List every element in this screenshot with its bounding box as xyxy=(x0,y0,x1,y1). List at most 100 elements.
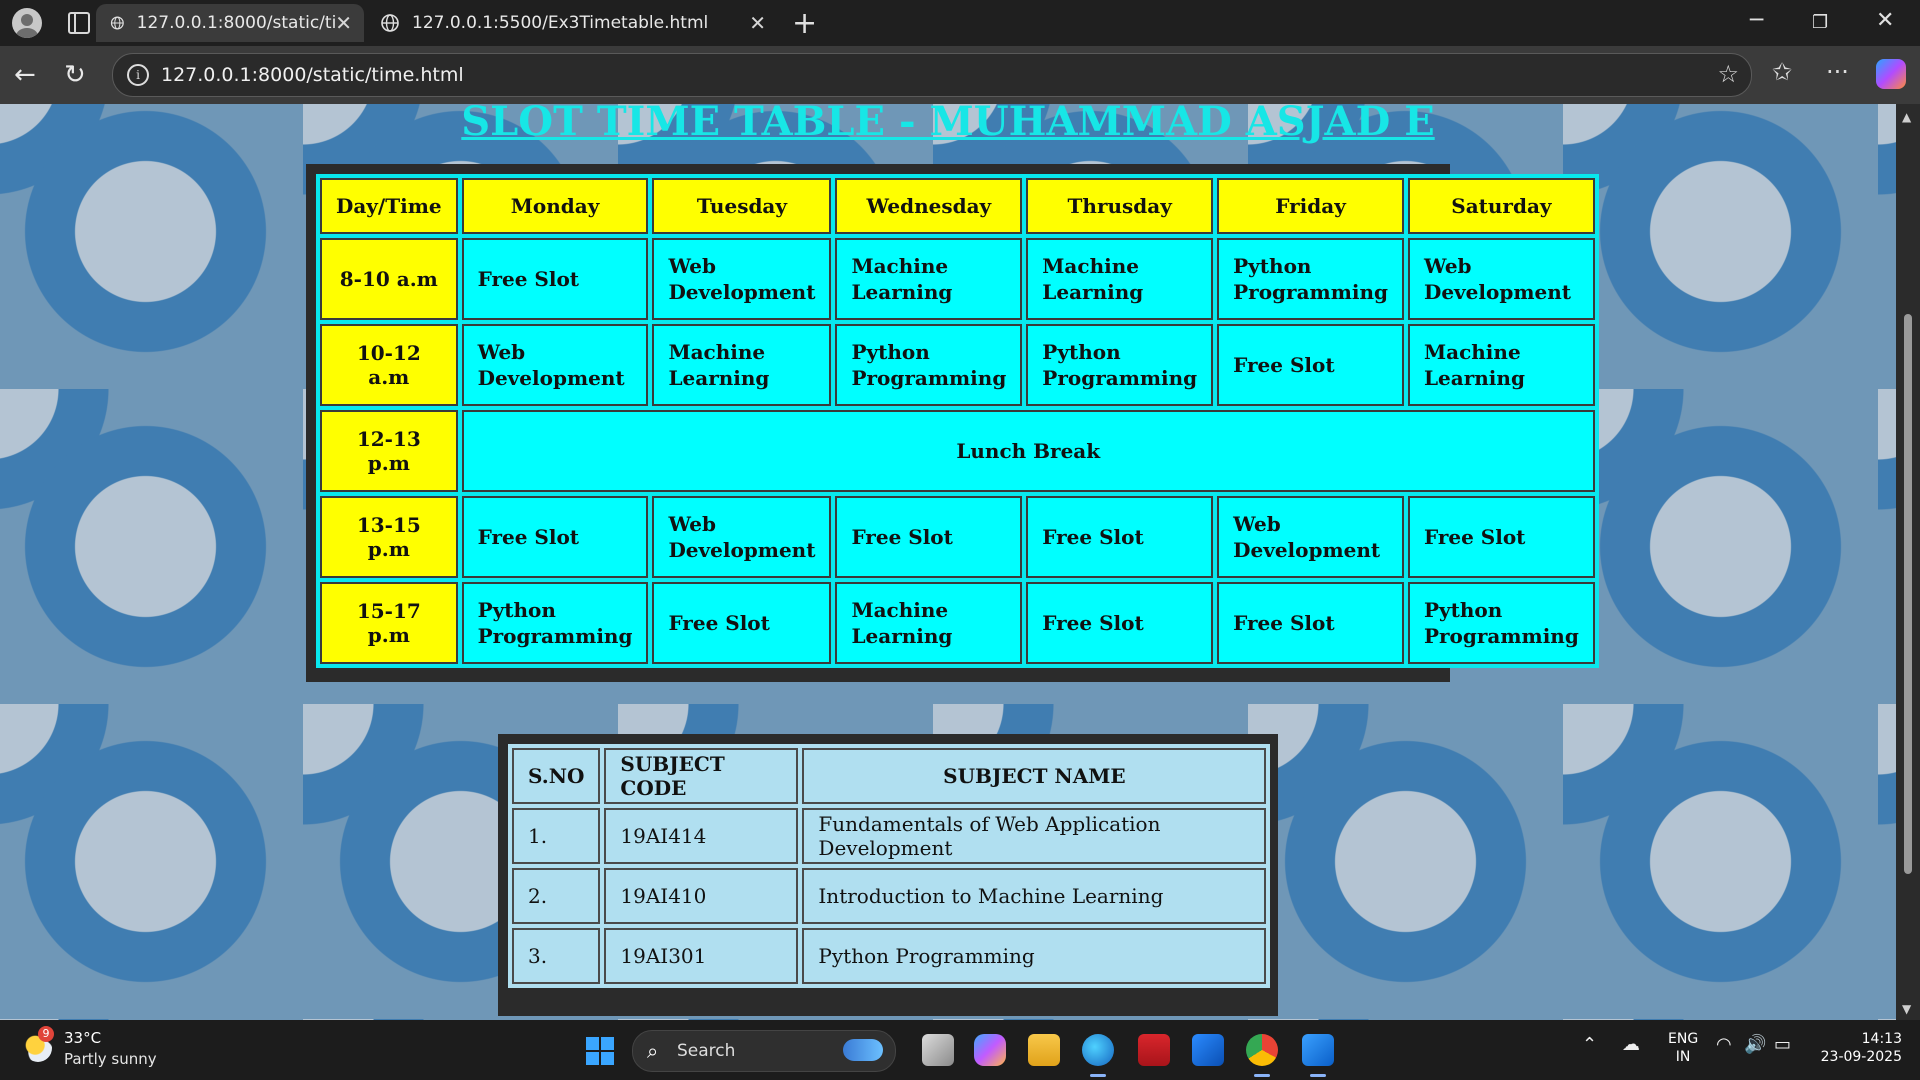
back-icon[interactable]: ← xyxy=(14,60,36,90)
slot-cell: Web Development xyxy=(652,496,832,578)
battery-icon[interactable]: ▭ xyxy=(1774,1034,1791,1055)
timetable-row: 12-13 p.m Lunch Break xyxy=(320,410,1595,492)
header-monday: Monday xyxy=(461,178,649,234)
copilot-app-icon[interactable] xyxy=(974,1034,1006,1066)
show-hidden-icons-icon[interactable]: ⌃ xyxy=(1582,1034,1597,1055)
timetable-row: 10-12 a.m Web Development Machine Learni… xyxy=(320,324,1595,406)
slot-cell: Free Slot xyxy=(461,496,649,578)
language-region: IN xyxy=(1675,1049,1691,1065)
page-viewport: SLOT TIME TABLE - MUHAMMAD ASJAD E Day/T… xyxy=(0,104,1896,1020)
slot-cell: Machine Learning xyxy=(1026,238,1214,320)
page-scrollbar[interactable]: ▲ ▼ xyxy=(1896,104,1920,1020)
subject-header-row: S.NO SUBJECT CODE SUBJECT NAME xyxy=(512,748,1267,804)
time-cell: 13-15 p.m xyxy=(320,496,458,578)
subject-sno: 3. xyxy=(512,928,601,984)
subject-code: 19AI410 xyxy=(604,868,799,924)
copilot-icon[interactable] xyxy=(1876,59,1906,89)
volume-icon[interactable]: 🔊 xyxy=(1744,1034,1766,1055)
windows-start-icon[interactable] xyxy=(586,1037,614,1065)
slot-cell: Machine Learning xyxy=(835,582,1023,664)
chrome-icon[interactable] xyxy=(1246,1034,1278,1077)
slot-cell: Web Development xyxy=(461,324,649,406)
header-tuesday: Tuesday xyxy=(652,178,832,234)
edge-browser-icon[interactable] xyxy=(1082,1034,1114,1077)
tab-actions-icon[interactable] xyxy=(68,12,90,34)
close-tab-icon[interactable]: ✕ xyxy=(749,11,766,35)
subject-row: 3. 19AI301 Python Programming xyxy=(512,928,1267,984)
browser-tab-active[interactable]: 127.0.0.1:8000/static/time.html ✕ xyxy=(96,4,364,42)
subject-name: Fundamentals of Web Application Developm… xyxy=(802,808,1267,864)
header-subject-name: SUBJECT NAME xyxy=(802,748,1267,804)
language-indicator[interactable]: ENG IN xyxy=(1668,1030,1698,1066)
cloud-icon[interactable]: ☁ xyxy=(1622,1034,1640,1055)
globe-icon xyxy=(110,16,124,30)
subject-row: 1. 19AI414 Fundamentals of Web Applicati… xyxy=(512,808,1267,864)
slot-cell: Web Development xyxy=(1407,238,1595,320)
tab-title: 127.0.0.1:5500/Ex3Timetable.html xyxy=(412,13,709,33)
wifi-icon[interactable]: ◠ xyxy=(1716,1034,1732,1055)
subject-sno: 2. xyxy=(512,868,601,924)
time-cell: 15-17 p.m xyxy=(320,582,458,664)
slot-cell: Free Slot xyxy=(1217,582,1404,664)
header-saturday: Saturday xyxy=(1407,178,1595,234)
close-tab-icon[interactable]: ✕ xyxy=(335,11,352,35)
profile-avatar-icon[interactable] xyxy=(12,8,42,38)
header-wednesday: Wednesday xyxy=(835,178,1023,234)
site-info-icon[interactable]: i xyxy=(127,64,149,86)
timetable-row: 13-15 p.m Free Slot Web Development Free… xyxy=(320,496,1595,578)
system-clock[interactable]: 14:13 23-09-2025 xyxy=(1818,1030,1902,1066)
slot-cell: Machine Learning xyxy=(835,238,1023,320)
clock-time: 14:13 xyxy=(1861,1031,1902,1047)
slot-cell: Python Programming xyxy=(1407,582,1595,664)
weather-badge: 9 xyxy=(38,1026,54,1042)
header-subject-code: SUBJECT CODE xyxy=(604,748,799,804)
slot-cell: Free Slot xyxy=(1407,496,1595,578)
close-window-icon[interactable]: ✕ xyxy=(1876,8,1894,33)
browser-toolbar: ← ↻ i 127.0.0.1:8000/static/time.html ☆ … xyxy=(0,46,1920,104)
new-tab-button[interactable]: + xyxy=(792,6,817,41)
refresh-icon[interactable]: ↻ xyxy=(64,60,86,90)
favorite-star-icon[interactable]: ☆ xyxy=(1717,60,1739,88)
scrollbar-thumb[interactable] xyxy=(1904,314,1912,874)
slot-cell: Python Programming xyxy=(835,324,1023,406)
vscode-icon[interactable] xyxy=(1302,1034,1334,1077)
slot-cell: Machine Learning xyxy=(652,324,832,406)
restore-icon[interactable]: ❐ xyxy=(1812,12,1828,33)
slot-cell: Free Slot xyxy=(835,496,1023,578)
scroll-down-icon[interactable]: ▼ xyxy=(1902,1002,1911,1016)
taskbar-search[interactable]: ⌕ Search xyxy=(632,1030,896,1072)
time-cell: 12-13 p.m xyxy=(320,410,458,492)
weather-condition[interactable]: Partly sunny xyxy=(64,1050,157,1068)
timetable-row: 8-10 a.m Free Slot Web Development Machi… xyxy=(320,238,1595,320)
minimize-icon[interactable]: ─ xyxy=(1750,8,1763,33)
windows-taskbar: 9 33°C Partly sunny ⌕ Search ⌃ ☁ ENG IN … xyxy=(0,1020,1920,1080)
mcafee-icon[interactable] xyxy=(1138,1034,1170,1066)
address-url[interactable]: 127.0.0.1:8000/static/time.html xyxy=(161,64,464,86)
address-bar[interactable]: i 127.0.0.1:8000/static/time.html ☆ xyxy=(112,53,1752,97)
time-cell: 8-10 a.m xyxy=(320,238,458,320)
search-highlight-icon xyxy=(843,1039,883,1061)
language-code: ENG xyxy=(1668,1031,1699,1047)
slot-cell: Web Development xyxy=(1217,496,1404,578)
clock-date: 23-09-2025 xyxy=(1820,1049,1902,1065)
more-menu-icon[interactable]: ··· xyxy=(1826,58,1849,86)
file-explorer-icon[interactable] xyxy=(1028,1034,1060,1066)
tab-title: 127.0.0.1:8000/static/time.html xyxy=(136,13,336,33)
scroll-up-icon[interactable]: ▲ xyxy=(1902,110,1911,124)
task-view-icon[interactable] xyxy=(922,1034,954,1066)
slot-cell: Free Slot xyxy=(461,238,649,320)
globe-icon xyxy=(381,14,399,32)
outlook-icon[interactable] xyxy=(1192,1034,1224,1066)
search-label: Search xyxy=(677,1041,736,1061)
slot-cell: Free Slot xyxy=(1217,324,1404,406)
favorites-icon[interactable]: ✩ xyxy=(1772,58,1792,86)
header-friday: Friday xyxy=(1217,178,1404,234)
timetable: Day/Time Monday Tuesday Wednesday Thrusd… xyxy=(316,174,1599,668)
subject-table: S.NO SUBJECT CODE SUBJECT NAME 1. 19AI41… xyxy=(508,744,1271,988)
page-title: SLOT TIME TABLE - MUHAMMAD ASJAD E xyxy=(461,104,1435,145)
slot-cell: Machine Learning xyxy=(1407,324,1595,406)
slot-cell: Python Programming xyxy=(1026,324,1214,406)
timetable-row: 15-17 p.m Python Programming Free Slot M… xyxy=(320,582,1595,664)
browser-tab[interactable]: 127.0.0.1:5500/Ex3Timetable.html ✕ xyxy=(366,4,778,42)
weather-temperature[interactable]: 33°C xyxy=(64,1029,101,1047)
